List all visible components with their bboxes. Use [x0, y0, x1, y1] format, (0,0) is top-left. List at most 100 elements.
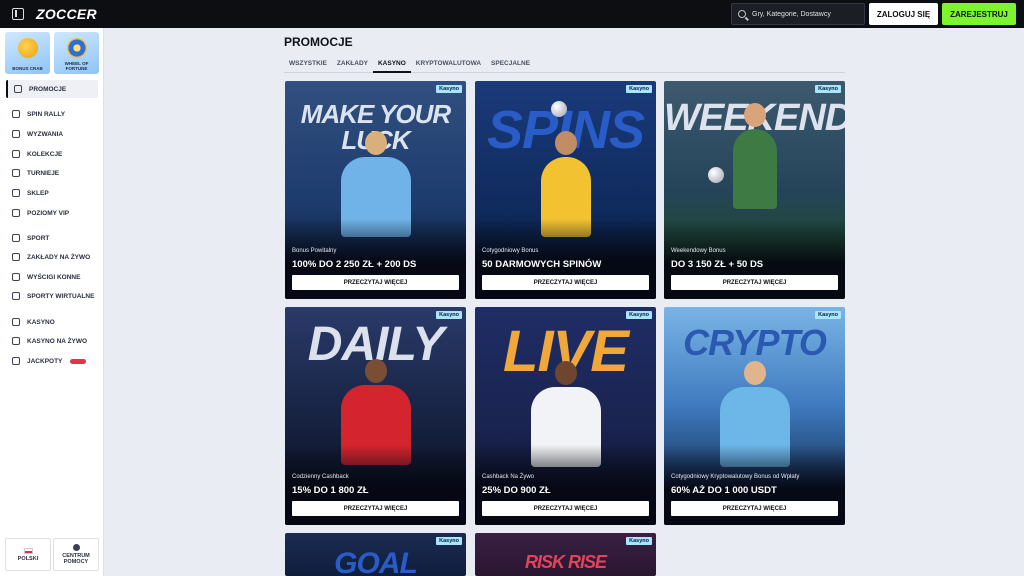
- promo-card-spins[interactable]: SPINS Kasyno Cotygodniowy Bonus 50 DARMO…: [475, 81, 656, 299]
- promo-card-daily[interactable]: DAILY Kasyno Codzienny Cashback 15% DO 1…: [285, 307, 466, 525]
- sidebar-item-wyscigi-konne[interactable]: WYŚCIGI KONNE: [6, 268, 98, 286]
- promo-tile-bonus-crab[interactable]: BONUS CRAB: [5, 32, 50, 74]
- gift-icon: [14, 85, 22, 93]
- sidebar-item-label: POZIOMY VIP: [27, 209, 70, 217]
- shield-icon: [12, 209, 20, 217]
- search-input[interactable]: [752, 10, 862, 18]
- promo-tile-label: BONUS CRAB: [12, 66, 43, 71]
- tab-kryptowalutowa[interactable]: KRYPTOWALUTOWA: [411, 58, 486, 73]
- page-title: PROMOCJE: [284, 35, 353, 49]
- sidebar-item-label: WYZWANIA: [27, 130, 64, 138]
- player-image: [732, 103, 777, 209]
- read-more-button[interactable]: PRZECZYTAJ WIĘCEJ: [482, 501, 649, 516]
- language-button[interactable]: POLSKI: [5, 538, 51, 571]
- hot-badge: [70, 358, 87, 364]
- top-bar: ZOCCER ZALOGUJ SIĘ ZAREJESTRUJ: [0, 0, 1024, 28]
- promo-card-make-your-luck[interactable]: MAKE YOUR LUCK Kasyno Bonus Powitalny 10…: [285, 81, 466, 299]
- target-icon: [12, 130, 20, 138]
- tab-specjalne[interactable]: SPECJALNE: [486, 58, 535, 73]
- sidebar-item-spin-rally[interactable]: SPIN RALLY: [6, 105, 98, 123]
- promo-tabs: WSZYSTKIE ZAKŁADY KASYNO KRYPTOWALUTOWA …: [284, 58, 845, 73]
- sidebar-item-wyzwania[interactable]: WYZWANIA: [6, 125, 98, 143]
- sidebar-item-kolekcje[interactable]: KOLEKCJE: [6, 145, 98, 163]
- read-more-button[interactable]: PRZECZYTAJ WIĘCEJ: [292, 275, 459, 290]
- card-subtitle: Weekendowy Bonus: [671, 248, 726, 254]
- card-subtitle: Codzienny Cashback: [292, 474, 349, 480]
- sidebar-item-zaklady-na-zywo[interactable]: ZAKŁADY NA ŻYWO: [6, 248, 98, 266]
- dealer-icon: [12, 337, 20, 345]
- sidebar-item-label: SKLEP: [27, 189, 49, 197]
- sidebar-item-poziomy-vip[interactable]: POZIOMY VIP: [6, 204, 98, 222]
- promo-tile-wheel-of-fortune[interactable]: WHEEL OF FORTUNE: [54, 32, 99, 74]
- search-icon: [738, 10, 746, 18]
- read-more-button[interactable]: PRZECZYTAJ WIĘCEJ: [671, 275, 838, 290]
- sidebar-item-label: SPIN RALLY: [27, 110, 66, 118]
- casino-icon: [12, 318, 20, 326]
- card-amount: 15% DO 1 800 ZŁ: [292, 485, 369, 496]
- search-box[interactable]: [731, 3, 865, 25]
- sidebar-item-label: PROMOCJE: [29, 85, 67, 93]
- sidebar-item-sporty-wirtualne[interactable]: SPORTY WIRTUALNE: [6, 287, 98, 305]
- sidebar-item-sklep[interactable]: SKLEP: [6, 184, 98, 202]
- card-amount: 60% AŻ DO 1 000 USDT: [671, 485, 777, 496]
- read-more-button[interactable]: PRZECZYTAJ WIĘCEJ: [292, 501, 459, 516]
- football-icon: [708, 167, 724, 183]
- sidebar-item-kasyno[interactable]: KASYNO: [6, 313, 98, 331]
- tab-kasyno[interactable]: KASYNO: [372, 58, 411, 73]
- card-tag: Kasyno: [815, 311, 841, 319]
- help-center-button[interactable]: CENTRUM POMOCY: [53, 538, 99, 571]
- football-icon: [551, 101, 567, 117]
- card-tag: Kasyno: [626, 85, 652, 93]
- card-tag: Kasyno: [436, 537, 462, 545]
- card-amount: 25% DO 900 ZŁ: [482, 485, 551, 496]
- card-amount: 50 DARMOWYCH SPINÓW: [482, 259, 602, 270]
- register-button[interactable]: ZAREJESTRUJ: [942, 3, 1016, 25]
- coin-icon: [17, 38, 38, 58]
- tab-wszystkie[interactable]: WSZYSTKIE: [284, 58, 332, 73]
- promo-tiles: BONUS CRAB WHEEL OF FORTUNE: [5, 32, 99, 74]
- card-tag: Kasyno: [626, 537, 652, 545]
- card-subtitle: Cashback Na Żywo: [482, 474, 535, 480]
- sidebar-item-turnieje[interactable]: TURNIEJE: [6, 164, 98, 182]
- sidebar-toggle-icon[interactable]: [12, 8, 24, 20]
- logo[interactable]: ZOCCER: [36, 6, 97, 22]
- horse-icon: [12, 273, 20, 281]
- promo-card-goal[interactable]: GOAL Kasyno: [285, 533, 466, 576]
- sidebar-item-label: SPORTY WIRTUALNE: [27, 292, 95, 300]
- promo-tile-label: WHEEL OF FORTUNE: [64, 61, 89, 71]
- promo-card-risk-rise[interactable]: RISK RISE Kasyno: [475, 533, 656, 576]
- sidebar-item-jackpoty[interactable]: JACKPOTY: [6, 352, 98, 370]
- card-headline: GOAL: [334, 547, 418, 576]
- read-more-button[interactable]: PRZECZYTAJ WIĘCEJ: [671, 501, 838, 516]
- sidebar-item-label: WYŚCIGI KONNE: [27, 273, 81, 281]
- help-label: CENTRUM POMOCY: [62, 553, 90, 565]
- flag-icon: [12, 110, 20, 118]
- live-icon: [12, 253, 20, 261]
- sidebar-item-promocje[interactable]: PROMOCJE: [6, 80, 98, 98]
- sidebar-item-label: KOLEKCJE: [27, 150, 63, 158]
- card-tag: Kasyno: [436, 311, 462, 319]
- basket-icon: [12, 189, 20, 197]
- sidebar-item-label: SPORT: [27, 234, 50, 242]
- sidebar-item-label: JACKPOTY: [27, 357, 63, 365]
- podium-icon: [12, 169, 20, 177]
- card-subtitle: Bonus Powitalny: [292, 248, 337, 254]
- language-label: POLSKI: [17, 555, 39, 562]
- magnet-icon: [12, 357, 20, 365]
- promo-card-crypto[interactable]: CRYPTO Kasyno Cotygodniowy Kryptowalutow…: [664, 307, 845, 525]
- card-amount: DO 3 150 ZŁ + 50 DS: [671, 259, 764, 270]
- read-more-button[interactable]: PRZECZYTAJ WIĘCEJ: [482, 275, 649, 290]
- sidebar-footer: POLSKI CENTRUM POMOCY: [5, 538, 99, 571]
- sidebar-item-sport[interactable]: SPORT: [6, 229, 98, 247]
- card-headline: CRYPTO: [683, 322, 827, 363]
- login-button[interactable]: ZALOGUJ SIĘ: [869, 3, 938, 25]
- tab-zaklady[interactable]: ZAKŁADY: [332, 58, 373, 73]
- car-icon: [12, 292, 20, 300]
- promo-card-weekend[interactable]: WEEKEND Kasyno Weekendowy Bonus DO 3 150…: [664, 81, 845, 299]
- ball-icon: [12, 234, 20, 242]
- promo-card-live[interactable]: LIVE Kasyno Cashback Na Żywo 25% DO 900 …: [475, 307, 656, 525]
- card-subtitle: Cotygodniowy Kryptowalutowy Bonus od Wpł…: [671, 474, 800, 480]
- sidebar-item-label: ZAKŁADY NA ŻYWO: [27, 253, 91, 261]
- sidebar-item-kasyno-na-zywo[interactable]: KASYNO NA ŻYWO: [6, 332, 98, 350]
- sidebar-item-label: KASYNO: [27, 318, 55, 326]
